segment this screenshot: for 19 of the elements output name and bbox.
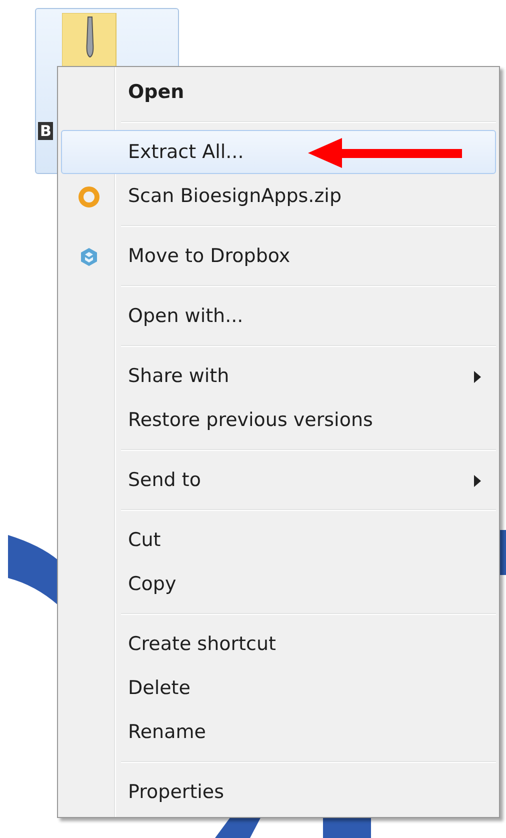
cube-icon — [78, 246, 100, 268]
menu-item[interactable]: Restore previous versions — [61, 398, 496, 442]
menu-item[interactable]: Create shortcut — [61, 622, 496, 666]
edge-bar-shape — [500, 530, 506, 575]
menu-item[interactable]: Cut — [61, 518, 496, 562]
file-name-label: B — [38, 122, 54, 140]
menu-item[interactable]: Scan BioesignApps.zip — [61, 174, 496, 218]
menu-item[interactable]: Rename — [61, 710, 496, 754]
menu-item[interactable]: Open with... — [61, 294, 496, 338]
menu-item[interactable]: Extract All... — [61, 130, 496, 174]
menu-item[interactable]: Delete — [61, 666, 496, 710]
menu-item[interactable]: Move to Dropbox — [61, 234, 496, 278]
menu-item[interactable]: Copy — [61, 562, 496, 606]
menu-item[interactable]: Open — [61, 70, 496, 114]
menu-item[interactable]: Share with — [61, 354, 496, 398]
ring-icon — [78, 186, 100, 208]
menu-item[interactable]: Properties — [61, 770, 496, 814]
menu-item[interactable]: Send to — [61, 458, 496, 502]
arc-shape — [8, 535, 58, 605]
